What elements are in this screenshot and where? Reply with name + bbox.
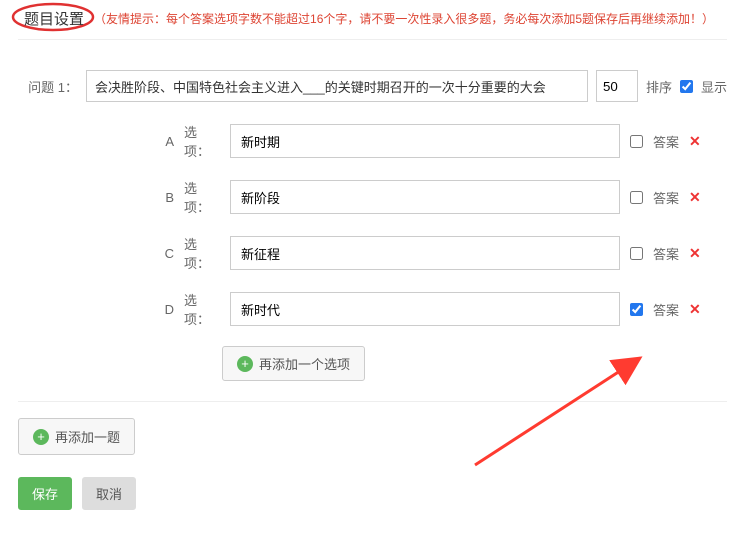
- cancel-button[interactable]: 取消: [82, 477, 136, 510]
- add-option-row: + 再添加一个选项: [158, 346, 727, 381]
- sort-label: 排序: [646, 77, 672, 96]
- option-label: 选项：: [184, 178, 220, 216]
- option-input[interactable]: [230, 236, 620, 270]
- option-letter: B: [158, 190, 174, 205]
- page-title: 题目设置: [18, 9, 90, 30]
- answer-checkbox[interactable]: [630, 303, 643, 316]
- option-row: A 选项： 答案 ✕: [158, 122, 727, 160]
- answer-label: 答案: [653, 300, 679, 319]
- sort-input[interactable]: [596, 70, 638, 102]
- tip-text: （友情提示：每个答案选项字数不能超过16个字，请不要一次性录入很多题，务必每次添…: [94, 10, 714, 27]
- delete-option-icon[interactable]: ✕: [689, 245, 701, 262]
- header: 题目设置 （友情提示：每个答案选项字数不能超过16个字，请不要一次性录入很多题，…: [18, 8, 727, 40]
- plus-icon: +: [237, 356, 253, 372]
- save-button[interactable]: 保存: [18, 477, 72, 510]
- option-row: D 选项： 答案 ✕: [158, 290, 727, 328]
- answer-checkbox[interactable]: [630, 247, 643, 260]
- plus-icon: +: [33, 429, 49, 445]
- question-input[interactable]: [86, 70, 588, 102]
- show-label: 显示: [701, 77, 727, 96]
- add-option-button[interactable]: + 再添加一个选项: [222, 346, 365, 381]
- question-label: 问题 1：: [18, 77, 78, 96]
- answer-label: 答案: [653, 244, 679, 263]
- show-checkbox[interactable]: [680, 80, 693, 93]
- add-option-label: 再添加一个选项: [259, 354, 350, 373]
- option-letter: A: [158, 134, 174, 149]
- option-row: B 选项： 答案 ✕: [158, 178, 727, 216]
- option-label: 选项：: [184, 290, 220, 328]
- question-row: 问题 1： 排序 显示: [18, 70, 727, 102]
- answer-checkbox[interactable]: [630, 135, 643, 148]
- title-circle-annotation: 题目设置: [18, 8, 90, 29]
- option-label: 选项：: [184, 122, 220, 160]
- answer-checkbox[interactable]: [630, 191, 643, 204]
- add-question-button[interactable]: + 再添加一题: [18, 418, 135, 455]
- add-question-label: 再添加一题: [55, 427, 120, 446]
- answer-label: 答案: [653, 132, 679, 151]
- delete-option-icon[interactable]: ✕: [689, 189, 701, 206]
- answer-label: 答案: [653, 188, 679, 207]
- footer: + 再添加一题 保存 取消: [18, 401, 727, 510]
- option-input[interactable]: [230, 292, 620, 326]
- option-letter: C: [158, 246, 174, 261]
- action-row: 保存 取消: [18, 477, 727, 510]
- option-row: C 选项： 答案 ✕: [158, 234, 727, 272]
- options-block: A 选项： 答案 ✕ B 选项： 答案 ✕ C 选项： 答案 ✕ D 选项： 答案 ✕: [158, 122, 727, 328]
- option-input[interactable]: [230, 124, 620, 158]
- option-input[interactable]: [230, 180, 620, 214]
- delete-option-icon[interactable]: ✕: [689, 133, 701, 150]
- option-letter: D: [158, 302, 174, 317]
- delete-option-icon[interactable]: ✕: [689, 301, 701, 318]
- option-label: 选项：: [184, 234, 220, 272]
